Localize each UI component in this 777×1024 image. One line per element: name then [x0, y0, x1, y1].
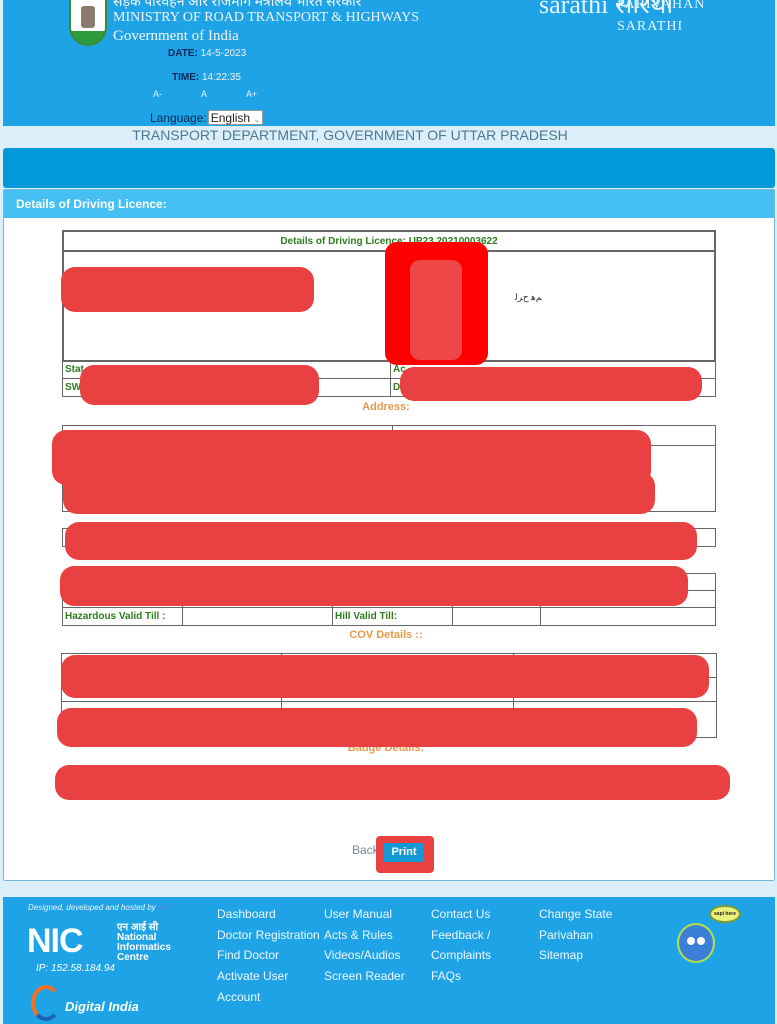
footer-link-screen-reader[interactable]: Screen Reader [324, 966, 405, 987]
cov-heading: COV Details :: [349, 629, 423, 641]
back-link[interactable]: Back [352, 843, 379, 857]
redaction-photo [385, 242, 488, 365]
footer-link-find-doctor[interactable]: Find Doctor [217, 945, 320, 966]
footer-link-activate-user[interactable]: Activate User [217, 966, 320, 987]
chevron-down-icon: ⌄ [253, 115, 261, 124]
redaction-dob [400, 367, 702, 401]
digital-india-logo: Digital India [65, 999, 139, 1014]
redaction-address-2 [63, 472, 655, 514]
hill-valid-value [452, 607, 541, 626]
footer-link-parivahan[interactable]: Parivahan [539, 925, 612, 946]
hosted-by-label: Designed, developed and hosted by [28, 903, 156, 912]
footer-link-faqs[interactable]: FAQs [431, 966, 491, 987]
footer-links-col2: User Manual Acts & Rules Videos/Audios S… [324, 904, 405, 987]
date-display: DATE: 14-5-2023 [168, 48, 246, 59]
ministry-english: MINISTRY OF ROAD TRANSPORT & HIGHWAYS [113, 10, 420, 25]
language-selected: English [210, 111, 251, 125]
national-emblem-logo [69, 0, 107, 46]
redaction-endorsement [60, 566, 688, 606]
footer-links-col1: Dashboard Doctor Registration Find Docto… [217, 904, 320, 1008]
language-label: Language: [150, 111, 207, 125]
hill-valid-label: Hill Valid Till: [332, 607, 453, 626]
site-footer: Designed, developed and hosted by NIC NI… [3, 897, 775, 1024]
government-label: Government of India [113, 28, 239, 44]
footer-link-sitemap[interactable]: Sitemap [539, 945, 612, 966]
department-title: TRANSPORT DEPARTMENT, GOVERNMENT OF UTTA… [132, 127, 568, 143]
hazardous-valid-value [182, 607, 333, 626]
digital-india-icon [31, 985, 61, 1021]
font-normal-button[interactable]: A [201, 89, 207, 99]
signature-image: ﻢﻫ ﺡﺮﻟ [515, 292, 542, 302]
footer-link-dashboard[interactable]: Dashboard [217, 904, 320, 925]
hosted-by-text: Designed, developed and hosted by NIC [28, 903, 172, 912]
language-selector: Language: English ⌄ [150, 110, 264, 125]
footer-link-user-manual[interactable]: User Manual [324, 904, 405, 925]
hazardous-valid-label: Hazardous Valid Till : [62, 607, 183, 626]
footer-link-acts-rules[interactable]: Acts & Rules [324, 925, 405, 946]
print-button[interactable]: Print [384, 843, 424, 862]
footer-link-videos-audios[interactable]: Videos/Audios [324, 945, 405, 966]
footer-links-col3: Contact Us Feedback / Complaints FAQs [431, 904, 491, 987]
redaction-cov-1 [61, 655, 709, 698]
time-label: TIME: [172, 72, 200, 83]
nic-logo: NIC [27, 922, 84, 960]
font-increase-button[interactable]: A+ [246, 89, 257, 99]
hosted-by-link[interactable]: NIC [158, 903, 172, 912]
nav-bar [3, 148, 775, 188]
time-display: TIME: 14:22:35 [172, 72, 241, 83]
time-value: 14:22:35 [202, 72, 241, 83]
footer-link-account[interactable]: Account [217, 987, 320, 1008]
nic-sub-3: Centre [117, 952, 149, 963]
brand-line-2: SARATHI [617, 19, 684, 34]
print-highlight: Print [376, 836, 434, 873]
redaction-validity [65, 522, 697, 560]
site-header: सड़क परिवहन और राजमार्ग मंत्रालय भारत सर… [3, 0, 775, 126]
chatbot-icon[interactable] [677, 923, 715, 963]
footer-link-contact-us[interactable]: Contact Us [431, 904, 491, 925]
footer-links-col4: Change State Parivahan Sitemap [539, 904, 612, 966]
footer-link-feedback[interactable]: Feedback / [431, 925, 491, 946]
nic-subtitle: एन आई सी National Informatics Centre [117, 923, 171, 963]
font-decrease-button[interactable]: A- [153, 89, 162, 99]
date-value: 14-5-2023 [200, 48, 247, 59]
footer-link-doctor-registration[interactable]: Doctor Registration [217, 925, 320, 946]
ip-address: IP: 152.58.184.94 [36, 963, 115, 974]
date-label: DATE: [168, 48, 198, 59]
footer-link-change-state[interactable]: Change State [539, 904, 612, 925]
panel-heading: Details of Driving Licence: [4, 190, 774, 218]
chatbot-bubble[interactable]: sapi here [709, 905, 741, 923]
redaction-cov-2 [57, 708, 697, 747]
footer-link-complaints[interactable]: Complaints [431, 945, 491, 966]
redaction-name [61, 267, 314, 312]
language-dropdown[interactable]: English ⌄ [207, 110, 264, 125]
redaction-badge [55, 765, 730, 800]
redaction-status [80, 365, 319, 405]
brand-line-1: PARIVAHAN [617, 0, 706, 12]
